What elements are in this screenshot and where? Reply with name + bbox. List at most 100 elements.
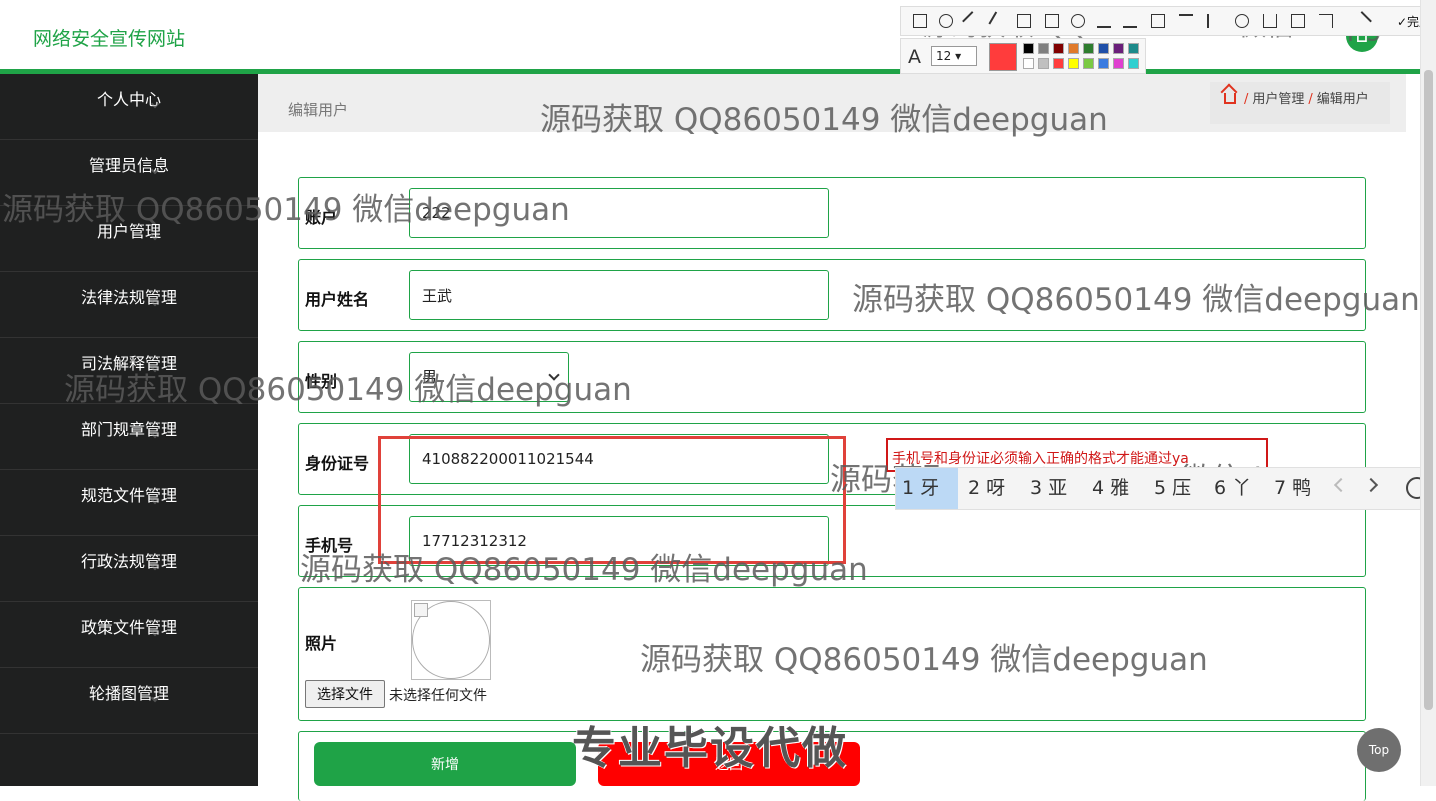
save-icon[interactable]	[1291, 14, 1305, 28]
download-icon[interactable]	[1263, 14, 1277, 28]
color-swatch[interactable]	[1068, 58, 1079, 69]
sidebar-item-policy-docs[interactable]: 政策文件管理	[0, 602, 258, 668]
current-color[interactable]	[989, 43, 1017, 71]
sidebar-item-admin-regulations[interactable]: 行政法规管理	[0, 536, 258, 602]
sidebar-item-personal-center[interactable]: 个人中心	[0, 74, 258, 140]
copy-icon[interactable]	[1151, 14, 1165, 28]
account-row: 账户	[298, 177, 1366, 249]
ime-candidate[interactable]: 4 雅	[1086, 468, 1135, 509]
rectangle-tool-icon[interactable]	[913, 14, 927, 28]
phone-label: 手机号	[305, 536, 354, 555]
color-swatch[interactable]	[1053, 58, 1064, 69]
sidebar-item-normative-docs[interactable]: 规范文件管理	[0, 470, 258, 536]
sidebar: 个人中心 管理员信息 用户管理 法律法规管理 司法解释管理 部门规章管理 规范文…	[0, 74, 258, 786]
back-button[interactable]: 返回	[598, 742, 860, 786]
font-icon: A	[908, 46, 921, 68]
ime-candidate-bar: 1 牙 2 呀 3 亚 4 雅 5 压 6 丫 7 鸭	[895, 467, 1436, 510]
color-swatch[interactable]	[1038, 43, 1049, 54]
next-page-icon[interactable]	[1363, 477, 1379, 493]
photo-row: 照片 选择文件 未选择任何文件	[298, 587, 1366, 721]
scrollbar[interactable]	[1420, 0, 1436, 786]
breadcrumb: / 用户管理 / 编辑用户	[1210, 82, 1390, 124]
ime-candidate[interactable]: 5 压	[1148, 468, 1197, 509]
color-swatch[interactable]	[1098, 58, 1109, 69]
sidebar-item-label: 政策文件管理	[80, 618, 177, 637]
color-swatch[interactable]	[1023, 58, 1034, 69]
id-card-input[interactable]	[409, 434, 829, 484]
gender-value: 男	[422, 368, 438, 386]
sidebar-item-laws[interactable]: 法律法规管理	[0, 272, 258, 338]
breadcrumb-edit-user: 编辑用户	[1316, 92, 1369, 107]
sidebar-item-label: 司法解释管理	[80, 354, 177, 373]
choose-file-button[interactable]: 选择文件	[305, 680, 385, 708]
sidebar-item-user-management[interactable]: 用户管理	[0, 206, 258, 272]
back-to-top-button[interactable]: Top	[1357, 728, 1401, 772]
arrow-tool-icon[interactable]	[962, 11, 982, 31]
ime-candidate[interactable]: 7 鸭	[1268, 468, 1317, 509]
undo-icon[interactable]	[1097, 14, 1111, 28]
gender-label: 性别	[305, 372, 338, 391]
color-swatch[interactable]	[1113, 58, 1124, 69]
sidebar-item-label: 行政法规管理	[80, 552, 177, 571]
sidebar-item-label: 部门规章管理	[80, 420, 177, 439]
color-swatch[interactable]	[1083, 43, 1094, 54]
gender-row: 性别 男	[298, 341, 1366, 413]
account-input[interactable]	[409, 188, 829, 238]
page-header: 编辑用户 / 用户管理 / 编辑用户	[258, 74, 1406, 132]
color-swatch[interactable]	[1113, 43, 1124, 54]
color-swatch[interactable]	[1128, 43, 1139, 54]
chevron-down-icon	[548, 369, 560, 381]
ellipse-tool-icon[interactable]	[939, 14, 953, 28]
mosaic-tool-icon[interactable]	[1017, 14, 1031, 28]
sidebar-item-department-rules[interactable]: 部门规章管理	[0, 404, 258, 470]
color-swatch[interactable]	[1083, 58, 1094, 69]
ime-candidate[interactable]: 1 牙	[896, 468, 958, 509]
sidebar-item-label: 用户管理	[96, 222, 161, 241]
file-status: 未选择任何文件	[389, 688, 487, 704]
main-content: 编辑用户 /用户管理/编辑用户 账户 用户姓名 性别 男 身份证号 手机号 照片…	[258, 74, 1420, 801]
name-label: 用户姓名	[305, 290, 370, 309]
snip-properties: A 12 ▾	[900, 38, 1146, 74]
translate-icon[interactable]	[1207, 14, 1221, 28]
color-swatch[interactable]	[1128, 58, 1139, 69]
color-swatch[interactable]	[1098, 43, 1109, 54]
color-swatch[interactable]	[1068, 43, 1079, 54]
font-size-select[interactable]: 12 ▾	[931, 46, 977, 66]
sidebar-item-admin-info[interactable]: 管理员信息	[0, 140, 258, 206]
prev-page-icon[interactable]	[1333, 477, 1349, 493]
number-tool-icon[interactable]	[1071, 14, 1085, 28]
share-icon[interactable]	[1319, 14, 1333, 28]
phone-input[interactable]	[409, 516, 829, 566]
color-swatch[interactable]	[1053, 43, 1064, 54]
color-swatch[interactable]	[1038, 58, 1049, 69]
ime-candidate[interactable]: 6 丫	[1208, 468, 1257, 509]
photo-preview	[411, 600, 491, 680]
site-title[interactable]: 网络安全宣传网站	[33, 24, 185, 51]
gender-select[interactable]: 男	[409, 352, 569, 402]
sidebar-item-label: 规范文件管理	[80, 486, 177, 505]
pin-icon[interactable]	[1179, 14, 1193, 28]
phone-row: 手机号	[298, 505, 1366, 577]
id-card-label: 身份证号	[305, 454, 370, 473]
scrollbar-thumb[interactable]	[1424, 70, 1433, 710]
snip-toolbar: ✓完成	[900, 6, 1436, 36]
home-icon[interactable]	[1224, 93, 1236, 104]
crop-icon[interactable]	[1123, 14, 1137, 28]
name-input[interactable]	[409, 270, 829, 320]
sidebar-item-label: 个人中心	[96, 90, 161, 109]
add-button[interactable]: 新增	[314, 742, 576, 786]
page-title: 编辑用户	[288, 101, 349, 119]
name-row: 用户姓名	[298, 259, 1366, 331]
breadcrumb-user-management[interactable]: 用户管理	[1252, 92, 1304, 107]
sidebar-item-carousel[interactable]: 轮播图管理	[0, 668, 258, 734]
account-label: 账户	[305, 208, 338, 227]
text-tool-icon[interactable]	[1045, 14, 1059, 28]
color-swatch[interactable]	[1023, 43, 1034, 54]
ime-candidate[interactable]: 3 亚	[1024, 468, 1073, 509]
pen-tool-icon[interactable]	[988, 11, 1008, 31]
record-icon[interactable]	[1235, 14, 1249, 28]
close-icon[interactable]	[1352, 11, 1372, 31]
sidebar-item-judicial[interactable]: 司法解释管理	[0, 338, 258, 404]
broken-image-icon	[414, 603, 428, 617]
ime-candidate[interactable]: 2 呀	[962, 468, 1011, 509]
